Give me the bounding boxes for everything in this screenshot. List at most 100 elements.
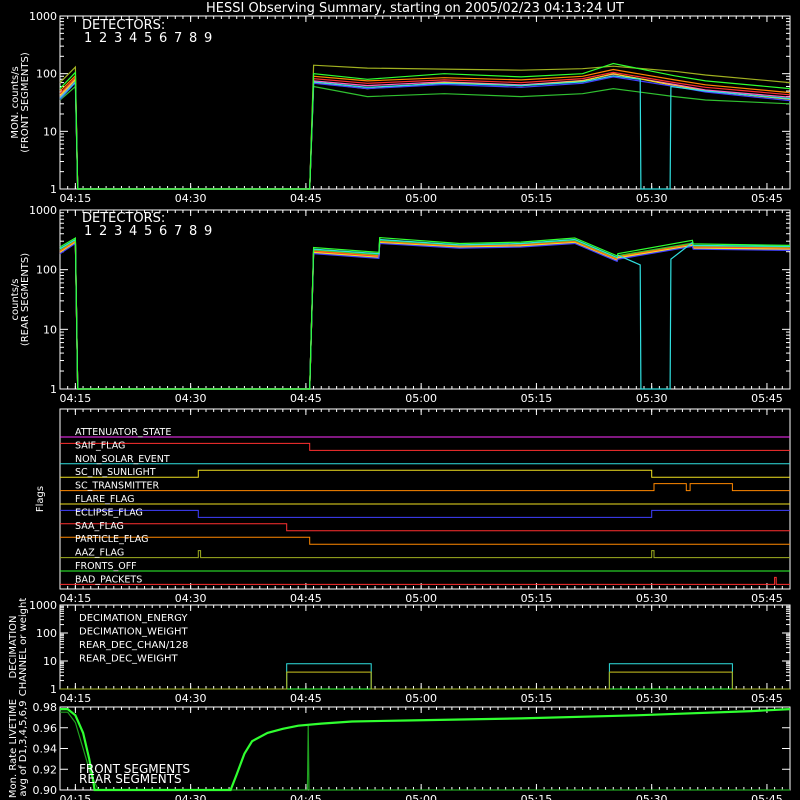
rear-x-tick-label: 04:45 — [290, 392, 322, 405]
rear-x-tick-label: 04:15 — [60, 392, 92, 405]
livetime-y-label: Mon. Rate LIVETIME avg of D1,3,4,5,6,9 — [8, 699, 29, 798]
decimation-series-rear-dec-chan-128 — [60, 663, 790, 690]
front-detector-number: 7 — [174, 31, 182, 46]
rear-detector-number: 9 — [204, 224, 212, 239]
flag-label-fronts-off: FRONTS_OFF — [75, 561, 137, 572]
rear-x-tick-label: 05:00 — [405, 392, 437, 405]
rear-y-tick-label: 10 — [43, 323, 57, 336]
flag-line-saa-flag — [60, 523, 790, 532]
front-y-label: MON. counts/s (FRONT SEGMENTS) — [10, 52, 31, 153]
rear-detector-number: 6 — [159, 224, 167, 239]
front-detector-number: 3 — [114, 31, 122, 46]
rear-x-tick-label: 05:15 — [521, 392, 553, 405]
flag-line-saif-flag — [60, 442, 790, 451]
decimation-x-tick-label: 04:45 — [290, 692, 322, 705]
livetime-x-tick-label: 04:30 — [175, 793, 207, 800]
front-detector-number: 4 — [129, 31, 137, 46]
rear-series-det-6 — [59, 239, 791, 390]
rear-detector-number: 1 — [84, 224, 92, 239]
front-x-tick-label: 04:30 — [175, 192, 207, 205]
flags-x-tick-label: 05:00 — [405, 592, 437, 605]
livetime-y-tick-label: 0.94 — [33, 743, 58, 756]
front-series-det-8 — [59, 75, 791, 190]
front-detector-number: 9 — [204, 31, 212, 46]
livetime-x-tick-label: 04:15 — [60, 793, 92, 800]
front-x-tick-label: 04:45 — [290, 192, 322, 205]
livetime-x-tick-label: 04:45 — [290, 793, 322, 800]
decimation-y-tick-label: 10 — [43, 655, 57, 668]
decimation-y-label-line: CHANNEL or weight — [18, 598, 29, 697]
rear-series-det-8 — [59, 238, 791, 390]
decimation-series-rear-dec-weight — [60, 671, 790, 690]
front-y-tick-label: 10 — [43, 125, 57, 138]
rear-x-tick-label: 05:30 — [636, 392, 668, 405]
rear-detector-number: 5 — [144, 224, 152, 239]
flag-line-bad-packets — [60, 576, 790, 585]
front-y-tick-label: 1000 — [29, 10, 57, 23]
flag-label-particle-flag: PARTICLE_FLAG — [75, 534, 148, 545]
livetime-x-tick-label: 05:00 — [405, 793, 437, 800]
decimation-x-tick-label: 04:15 — [60, 692, 92, 705]
livetime-y-label-line: avg of D1,3,4,5,6,9 — [18, 700, 29, 796]
rear-detector-number: 8 — [189, 224, 197, 239]
rear-series-det-2 — [59, 241, 791, 390]
front-x-tick-label: 05:15 — [521, 192, 553, 205]
front-detector-number: 5 — [144, 31, 152, 46]
front-y-tick-label: 100 — [36, 68, 57, 81]
livetime-x-tick-label: 05:15 — [521, 793, 553, 800]
flags-x-tick-label: 05:45 — [751, 592, 783, 605]
decimation-legend-decimation-weight: DECIMATION_WEIGHT — [79, 627, 188, 638]
livetime-x-tick-label: 05:45 — [751, 793, 783, 800]
flags-x-tick-label: 04:30 — [175, 592, 207, 605]
front-x-tick-label: 04:15 — [60, 192, 92, 205]
livetime-y-tick-label: 0.92 — [33, 763, 58, 776]
flag-label-bad-packets: BAD_PACKETS — [75, 574, 142, 585]
decimation-x-tick-label: 05:45 — [751, 692, 783, 705]
rear-detector-number: 3 — [114, 224, 122, 239]
livetime-y-tick-label: 0.96 — [33, 722, 58, 735]
flags-y-label: Flags — [35, 486, 46, 512]
flag-label-aaz-flag: AAZ_FLAG — [75, 548, 124, 559]
decimation-series-decimation-weight — [60, 671, 790, 690]
rear-y-tick-label: 1000 — [29, 204, 57, 217]
rear-detector-number: 2 — [99, 224, 107, 239]
livetime-legend-rear: REAR SEGMENTS — [79, 772, 182, 786]
decimation-y-tick-label: 1 — [50, 683, 57, 696]
livetime-y-tick-label: 0.90 — [33, 784, 58, 797]
rear-series-det-7 — [59, 236, 791, 390]
front-series-det-9 — [59, 76, 791, 190]
front-detector-number: 8 — [189, 31, 197, 46]
flags-x-tick-label: 05:30 — [636, 592, 668, 605]
flag-label-saa-flag: SAA_FLAG — [75, 521, 124, 532]
rear-frame — [59, 209, 791, 390]
rear-y-tick-label: 100 — [36, 264, 57, 277]
decimation-y-label: DECIMATION CHANNEL or weight — [8, 598, 29, 697]
flag-line-aaz-flag — [60, 550, 790, 559]
decimation-x-tick-label: 04:30 — [175, 692, 207, 705]
decimation-legend-decimation-energy: DECIMATION_ENERGY — [79, 613, 188, 624]
decimation-y-tick-label: 1000 — [29, 599, 57, 612]
decimation-x-tick-label: 05:00 — [405, 692, 437, 705]
front-x-tick-label: 05:30 — [636, 192, 668, 205]
front-y-tick-label: 1 — [50, 183, 57, 196]
front-y-label-line: (FRONT SEGMENTS) — [20, 52, 31, 153]
front-detectors-label: DETECTORS: — [82, 18, 165, 33]
flags-x-tick-label: 04:15 — [60, 592, 92, 605]
flags-x-tick-label: 04:45 — [290, 592, 322, 605]
flag-label-non-solar-event: NON_SOLAR_EVENT — [75, 454, 170, 465]
flags-x-tick-label: 05:15 — [521, 592, 553, 605]
front-series-det-6 — [59, 85, 791, 190]
flags-y-label-line: Flags — [35, 486, 46, 512]
flag-line-sc-in-sunlight — [60, 469, 790, 478]
decimation-y-tick-label: 100 — [36, 627, 57, 640]
front-series-det-1 — [59, 71, 791, 190]
rear-y-label-line: (REAR SEGMENTS) — [20, 253, 31, 346]
decimation-legend-rear-dec-chan-128: REAR_DEC_CHAN/128 — [79, 640, 188, 651]
rear-series-det-9 — [59, 242, 791, 390]
observing-summary-figure: HESSI Observing Summary, starting on 200… — [8, 1, 791, 800]
front-frame — [59, 15, 791, 190]
front-x-tick-label: 05:45 — [751, 192, 783, 205]
flag-label-flare-flag: FLARE_FLAG — [75, 494, 135, 505]
chart-title: HESSI Observing Summary, starting on 200… — [206, 1, 624, 16]
front-detector-number: 1 — [84, 31, 92, 46]
